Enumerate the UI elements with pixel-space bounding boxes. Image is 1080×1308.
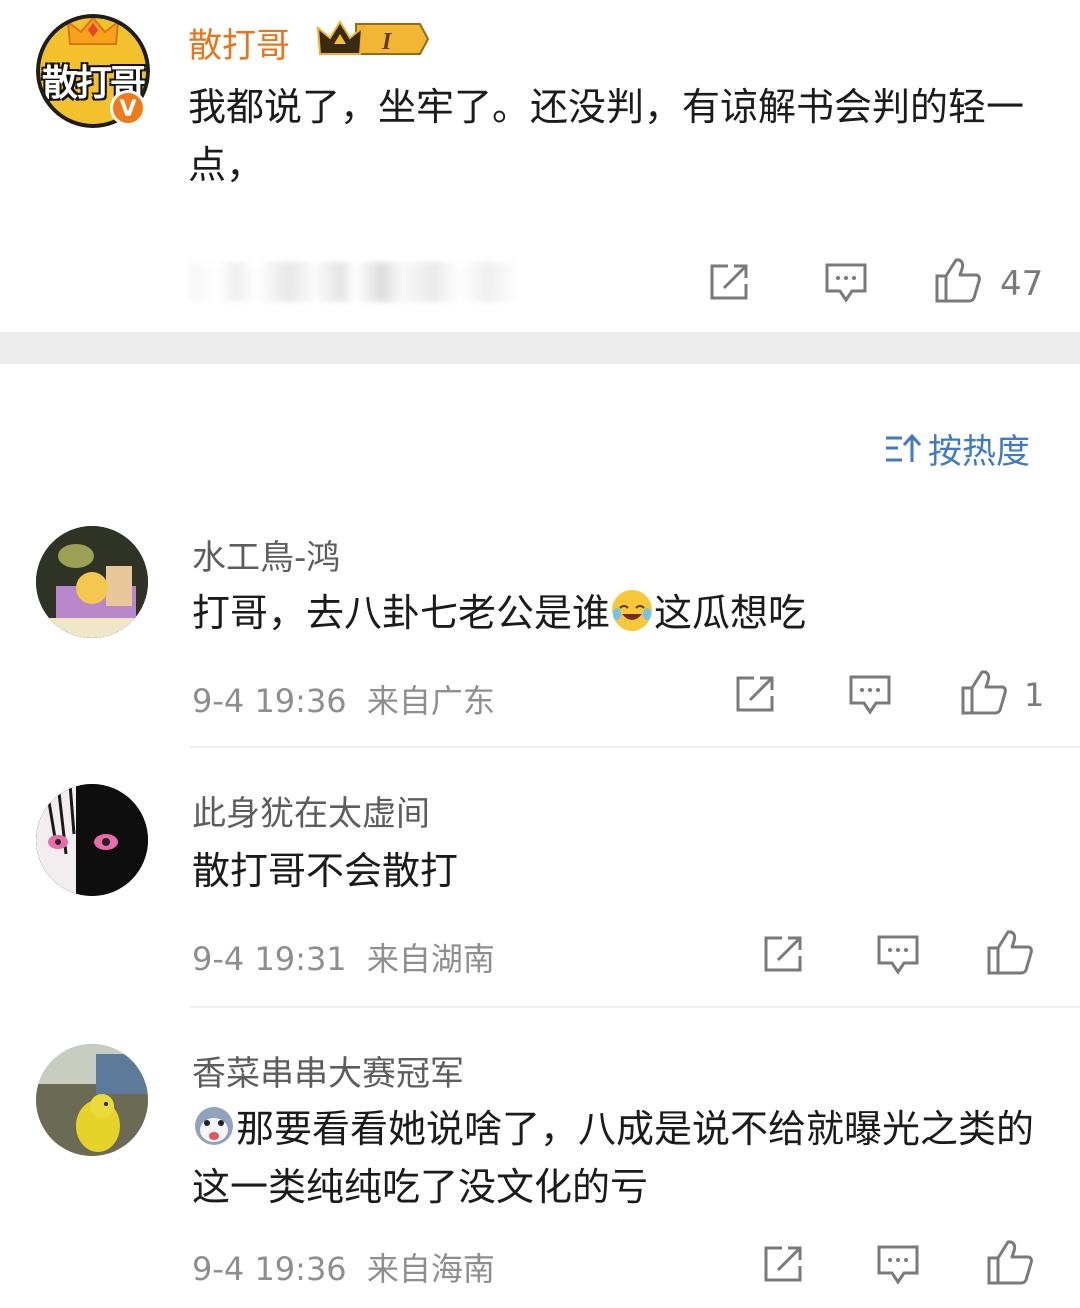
share-icon bbox=[710, 264, 748, 300]
comment-text: 那要看看她说啥了，八成是说不给就曝光之类的这一类纯纯吃了没文化的亏 bbox=[192, 1107, 1035, 1209]
laugh-cry-emoji bbox=[612, 590, 653, 631]
comment-location: 来自湖南 bbox=[366, 940, 495, 978]
verified-icon: V bbox=[110, 90, 146, 126]
comment-separator bbox=[190, 746, 1080, 748]
comment-text: 打哥，去八卦七老公是谁 这瓜想吃 bbox=[192, 584, 1052, 642]
share-icon bbox=[736, 676, 774, 712]
comment-button[interactable] bbox=[876, 1244, 920, 1286]
like-button[interactable] bbox=[986, 1238, 1034, 1286]
post-like-count: 47 bbox=[1000, 264, 1044, 304]
comment-icon bbox=[849, 675, 891, 715]
comment-location: 来自广东 bbox=[366, 682, 495, 720]
comment-text-part: 打哥，去八卦七老公是谁 bbox=[192, 591, 611, 635]
share-button[interactable] bbox=[762, 934, 806, 974]
comment-time: 9-4 19:31 bbox=[192, 940, 347, 978]
comment-button[interactable] bbox=[824, 262, 868, 304]
like-button[interactable] bbox=[986, 928, 1034, 976]
share-button[interactable] bbox=[762, 1244, 806, 1284]
like-icon bbox=[987, 930, 1033, 975]
comment-button[interactable] bbox=[848, 674, 892, 716]
comment-time: 9-4 19:36 bbox=[192, 1250, 347, 1288]
comment-avatar[interactable] bbox=[36, 784, 148, 896]
like-button[interactable] bbox=[960, 668, 1008, 716]
vip-badge-icon: I bbox=[316, 20, 430, 55]
comment-separator bbox=[190, 1006, 1080, 1008]
comment-username[interactable]: 水工鳥-鸿 bbox=[192, 530, 340, 579]
comment-button[interactable] bbox=[876, 934, 920, 976]
avatar-illustration bbox=[36, 784, 148, 896]
like-button[interactable] bbox=[934, 256, 982, 304]
comment-icon bbox=[877, 1245, 919, 1285]
sort-by-heat-button[interactable]: 按热度 bbox=[884, 424, 1030, 473]
avatar-illustration bbox=[36, 1044, 148, 1156]
post-author-name[interactable]: 散打哥 bbox=[188, 18, 290, 67]
sort-label: 按热度 bbox=[928, 432, 1030, 472]
comment-time: 9-4 19:36 bbox=[192, 682, 347, 720]
section-divider bbox=[0, 332, 1080, 364]
share-button[interactable] bbox=[734, 674, 778, 714]
like-icon bbox=[987, 1240, 1033, 1285]
comment-meta: 9-4 19:31 来自湖南 bbox=[192, 934, 495, 980]
comment-icon bbox=[877, 935, 919, 975]
comment-username[interactable]: 香菜串串大赛冠军 bbox=[192, 1046, 464, 1095]
post-content: 我都说了，坐牢了。还没判，有谅解书会判的轻一点， bbox=[188, 85, 1025, 187]
comment-meta: 9-4 19:36 来自广东 bbox=[192, 676, 495, 722]
svg-text:I: I bbox=[381, 29, 393, 55]
comment-icon bbox=[825, 263, 867, 303]
blurred-repost-info bbox=[190, 262, 520, 302]
avatar-illustration bbox=[36, 526, 148, 638]
comment-like-count: 1 bbox=[1024, 676, 1045, 714]
share-icon bbox=[764, 936, 802, 972]
comment-location: 来自海南 bbox=[366, 1250, 495, 1288]
like-icon bbox=[935, 258, 981, 303]
share-button[interactable] bbox=[708, 262, 752, 302]
comment-avatar[interactable] bbox=[36, 1044, 148, 1156]
comment-text: 散打哥不会散打 bbox=[192, 849, 459, 893]
comment-avatar[interactable] bbox=[36, 526, 148, 638]
sort-icon bbox=[886, 433, 922, 462]
comment-meta: 9-4 19:36 来自海南 bbox=[192, 1244, 495, 1290]
comment-username[interactable]: 此身犹在太虚间 bbox=[192, 786, 430, 835]
like-icon bbox=[961, 670, 1007, 715]
comment-text-part: 这瓜想吃 bbox=[654, 591, 807, 635]
share-icon bbox=[764, 1246, 802, 1282]
